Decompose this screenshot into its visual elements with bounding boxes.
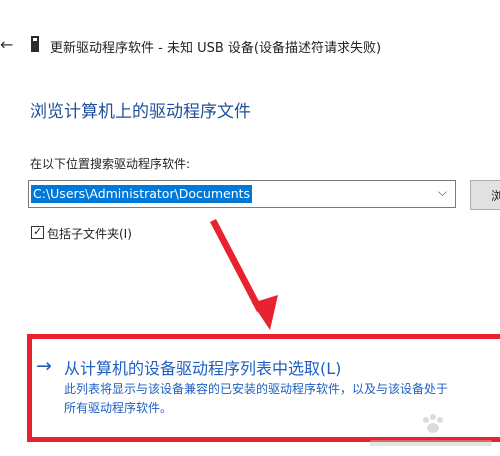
arrow-right-icon[interactable]: →: [36, 355, 52, 377]
option-description-line: 此列表将显示与该设备兼容的已安装的驱动程序软件，以及与该设备处于: [64, 382, 449, 396]
baidu-paw-watermark: [370, 414, 492, 446]
pick-from-list-link[interactable]: 从计算机的设备驱动程序列表中选取(L): [64, 355, 341, 379]
option-description-line: 所有驱动程序软件。: [64, 401, 173, 415]
